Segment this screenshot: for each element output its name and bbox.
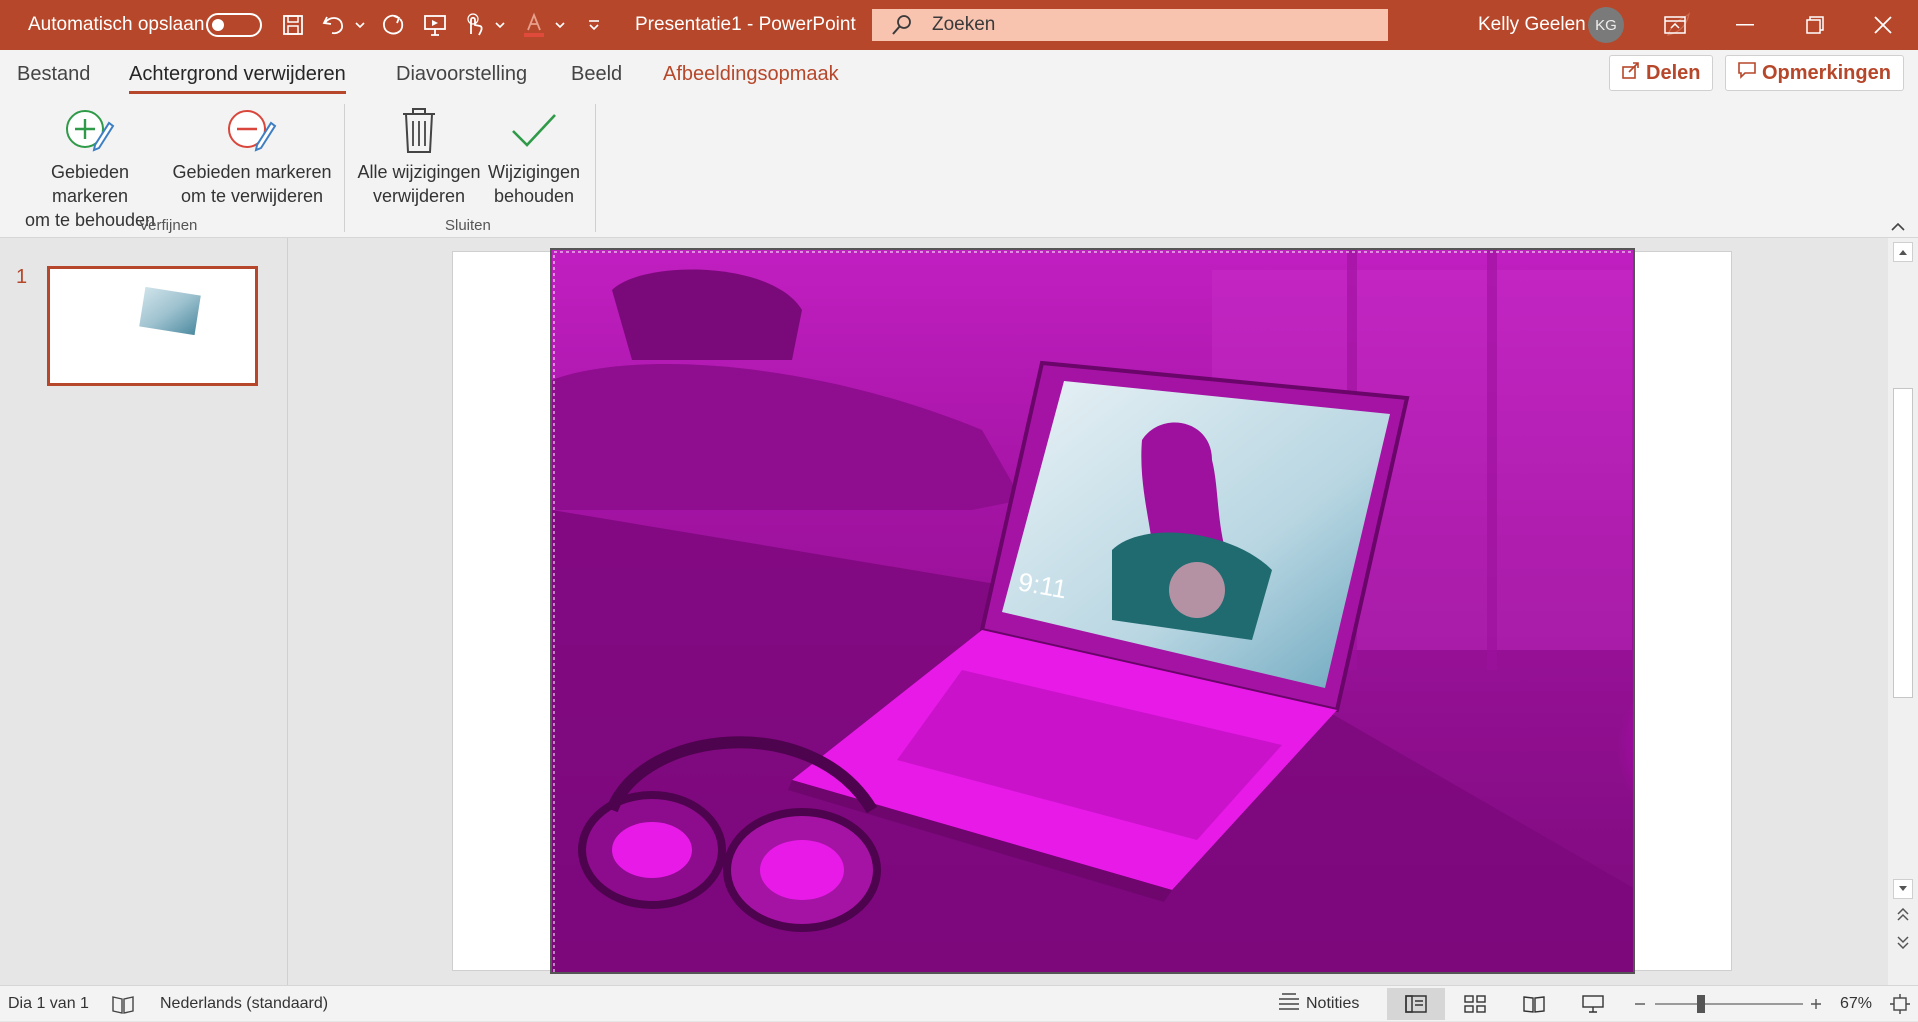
group-divider bbox=[344, 104, 345, 232]
zoom-slider-track[interactable] bbox=[1655, 1003, 1803, 1005]
next-slide-icon[interactable] bbox=[1897, 935, 1909, 954]
comments-label: Opmerkingen bbox=[1762, 61, 1891, 84]
close-icon[interactable] bbox=[1848, 0, 1918, 50]
group-divider bbox=[595, 104, 596, 232]
tab-slideshow[interactable]: Diavoorstelling bbox=[396, 50, 527, 98]
slide-counter: Dia 1 van 1 bbox=[8, 995, 89, 1012]
ribbon: Gebieden markeren om te behouden Gebiede… bbox=[0, 98, 1918, 238]
scroll-up-icon[interactable] bbox=[1893, 242, 1913, 262]
keep-line1: Wijzigingen bbox=[487, 162, 581, 182]
slideshow-view-icon[interactable] bbox=[1564, 988, 1622, 1020]
search-icon bbox=[872, 14, 932, 36]
share-button[interactable]: Delen bbox=[1609, 55, 1714, 91]
ribbon-tabs: Bestand Achtergrond verwijderen Diavoors… bbox=[0, 50, 1918, 98]
mark-keep-line2: om te behouden bbox=[24, 210, 156, 230]
notes-icon bbox=[1278, 992, 1300, 1016]
avatar[interactable]: KG bbox=[1588, 0, 1624, 50]
discard-all-changes-button[interactable]: Alle wijzigingen verwijderen bbox=[354, 102, 484, 208]
zoom-level[interactable]: 67% bbox=[1840, 986, 1872, 1022]
undo-icon[interactable] bbox=[318, 0, 350, 50]
picture-scene: 9:11 bbox=[552, 250, 1633, 972]
scrollbar-thumb[interactable] bbox=[1893, 388, 1913, 698]
minimize-icon[interactable] bbox=[1710, 0, 1780, 50]
tab-file[interactable]: Bestand bbox=[17, 50, 90, 98]
search-placeholder: Zoeken bbox=[932, 14, 996, 35]
accessibility-check-icon[interactable] bbox=[112, 986, 134, 1022]
discard-line2: verwijderen bbox=[372, 186, 466, 206]
share-label: Delen bbox=[1646, 61, 1701, 84]
share-icon bbox=[1622, 61, 1640, 85]
mark-areas-to-remove-button[interactable]: Gebieden markeren om te verwijderen bbox=[172, 102, 332, 208]
font-color-dropdown-icon[interactable] bbox=[548, 0, 572, 50]
tab-view[interactable]: Beeld bbox=[571, 50, 622, 98]
ribbon-display-options-icon[interactable] bbox=[1640, 0, 1710, 50]
undo-dropdown-icon[interactable] bbox=[348, 0, 372, 50]
checkmark-icon bbox=[510, 102, 558, 160]
avatar-initials: KG bbox=[1588, 7, 1624, 43]
autosave-label: Automatisch opslaan bbox=[28, 14, 205, 35]
notes-button[interactable]: Notities bbox=[1278, 986, 1359, 1022]
font-color-icon[interactable] bbox=[518, 0, 550, 50]
trash-icon bbox=[401, 102, 437, 160]
restore-icon[interactable] bbox=[1780, 0, 1850, 50]
mark-keep-icon bbox=[65, 102, 115, 160]
present-from-start-icon[interactable] bbox=[419, 0, 451, 50]
slide-thumbnail-pane: 1 bbox=[0, 238, 288, 985]
comment-icon bbox=[1738, 61, 1756, 85]
title-bar: Automatisch opslaan Presentatie1 - Power… bbox=[0, 0, 1918, 50]
collapse-ribbon-icon[interactable] bbox=[1890, 220, 1906, 238]
status-bar: Dia 1 van 1 Nederlands (standaard) Notit… bbox=[0, 985, 1918, 1021]
mark-remove-icon bbox=[227, 102, 277, 160]
autosave-toggle[interactable] bbox=[206, 0, 262, 50]
zoom-in-icon[interactable] bbox=[1810, 986, 1822, 1022]
language-indicator[interactable]: Nederlands (standaard) bbox=[160, 986, 328, 1022]
reading-view-icon[interactable] bbox=[1505, 988, 1563, 1020]
comments-button[interactable]: Opmerkingen bbox=[1725, 55, 1904, 91]
touch-dropdown-icon[interactable] bbox=[488, 0, 512, 50]
thumbnail-picture bbox=[139, 286, 201, 336]
keep-line2: behouden bbox=[493, 186, 575, 206]
zoom-slider-thumb[interactable] bbox=[1697, 995, 1705, 1013]
mark-keep-line1: Gebieden markeren bbox=[50, 162, 130, 206]
tab-remove-background[interactable]: Achtergrond verwijderen bbox=[129, 50, 346, 98]
vertical-scrollbar[interactable] bbox=[1888, 238, 1918, 985]
zoom-out-icon[interactable] bbox=[1634, 986, 1646, 1022]
user-name[interactable]: Kelly Geelen bbox=[1478, 0, 1586, 50]
slide-number: 1 bbox=[16, 266, 28, 288]
slide-thumbnail[interactable] bbox=[47, 266, 258, 386]
picture-background-removal[interactable]: 9:11 bbox=[550, 248, 1635, 974]
group-label-refine: Verfijnen bbox=[139, 217, 198, 234]
touch-mode-icon[interactable] bbox=[458, 0, 490, 50]
mark-areas-to-keep-button[interactable]: Gebieden markeren om te behouden bbox=[12, 102, 168, 232]
mark-remove-line2: om te verwijderen bbox=[180, 186, 324, 206]
fit-to-window-icon[interactable] bbox=[1890, 986, 1910, 1022]
save-icon[interactable] bbox=[277, 0, 309, 50]
redo-icon[interactable] bbox=[377, 0, 409, 50]
search-box[interactable]: Zoeken bbox=[872, 9, 1388, 41]
document-title: Presentatie1 - PowerPoint bbox=[635, 14, 856, 35]
tab-picture-format[interactable]: Afbeeldingsopmaak bbox=[663, 50, 839, 98]
customize-toolbar-icon[interactable] bbox=[578, 0, 610, 50]
scroll-down-icon[interactable] bbox=[1893, 879, 1913, 899]
normal-view-icon[interactable] bbox=[1387, 988, 1445, 1020]
slide-sorter-view-icon[interactable] bbox=[1446, 988, 1504, 1020]
group-label-close: Sluiten bbox=[445, 217, 491, 234]
discard-line1: Alle wijzigingen bbox=[357, 162, 481, 182]
mark-remove-line1: Gebieden markeren bbox=[172, 162, 332, 182]
previous-slide-icon[interactable] bbox=[1897, 907, 1909, 927]
keep-changes-button[interactable]: Wijzigingen behouden bbox=[486, 102, 582, 208]
notes-label: Notities bbox=[1306, 995, 1360, 1012]
